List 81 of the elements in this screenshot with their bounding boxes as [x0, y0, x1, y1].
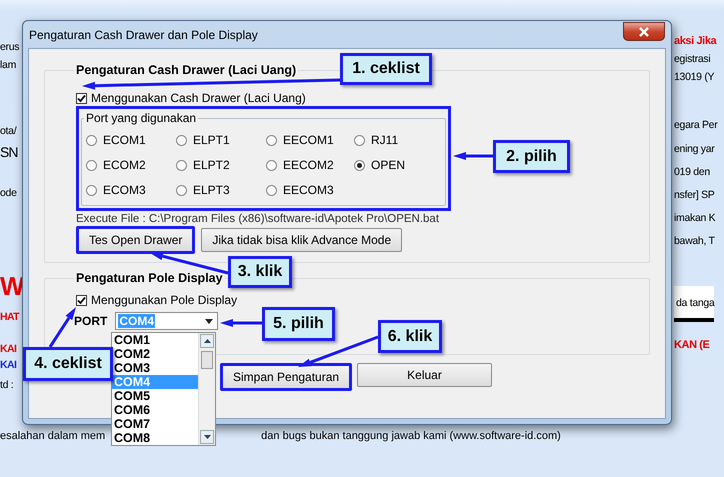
radio-label: ELPT1: [193, 133, 230, 147]
group-title: Pengaturan Cash Drawer (Laci Uang): [75, 63, 298, 77]
callout-label: 1. ceklist: [340, 53, 432, 85]
checkbox-label: Menggunakan Pole Display: [91, 293, 238, 307]
background-text: KAI: [0, 342, 16, 357]
background-text: esalahan dalam mem: [0, 430, 106, 442]
background-text: imakan K: [674, 211, 716, 226]
list-item[interactable]: COM8: [112, 431, 198, 445]
radio-label: ELPT3: [193, 183, 230, 197]
checkbox-label: Menggunakan Cash Drawer (Laci Uang): [91, 91, 306, 105]
close-icon: [638, 26, 650, 36]
caret-icon: [205, 318, 214, 324]
arrow: [220, 319, 262, 327]
radio-label: ELPT2: [193, 158, 230, 172]
list-item[interactable]: COM6: [112, 403, 198, 417]
checkbox[interactable]: [76, 92, 87, 104]
list-item[interactable]: COM7: [112, 417, 198, 431]
radio-button[interactable]: [86, 184, 97, 196]
background-text: aksi Jika: [674, 34, 716, 49]
background-text: egistrasi: [674, 52, 710, 67]
up-arrow-icon: [204, 339, 210, 343]
radio-button[interactable]: [354, 134, 365, 146]
background-text: egara Per: [674, 118, 718, 133]
radio-label: EECOM3: [283, 183, 334, 197]
radio-label: ECOM3: [103, 183, 146, 197]
close-button[interactable]: [623, 22, 665, 41]
callout-label: 6. klik: [378, 320, 442, 353]
background-text: 13019 (Y: [674, 70, 714, 85]
radio-button[interactable]: [266, 134, 277, 146]
callout-label: 3. klik: [228, 256, 292, 288]
list-item[interactable]: COM5: [112, 389, 198, 403]
list-item[interactable]: COM2: [112, 347, 198, 361]
window-title: Pengaturan Cash Drawer dan Pole Display: [29, 28, 258, 42]
radio-button[interactable]: [86, 160, 97, 170]
radio-label: OPEN: [371, 158, 406, 172]
background-text: ota/: [0, 124, 16, 139]
radio-button[interactable]: [266, 160, 277, 170]
group-title: Port yang digunakan: [85, 111, 198, 125]
radio-button[interactable]: [176, 134, 187, 146]
background-text: nsfer] SP: [674, 188, 714, 203]
group-title: Pengaturan Pole Display: [75, 271, 224, 285]
scrollbar[interactable]: [198, 333, 215, 445]
background-text: KAI: [0, 358, 16, 372]
list-item[interactable]: COM1: [112, 333, 198, 347]
list-item[interactable]: COM3: [112, 361, 198, 375]
action-button[interactable]: Tes Open Drawer: [76, 226, 196, 254]
radio-label: ECOM2: [103, 158, 146, 172]
background-text: 019 den: [674, 165, 710, 180]
radio-label: RJ11: [371, 133, 398, 147]
background-text: ode: [0, 186, 17, 201]
callout-label: 5. pilih: [262, 307, 335, 341]
callout-label: 4. ceklist: [23, 347, 113, 381]
radio-button[interactable]: [86, 134, 97, 146]
background-text: dan bugs bukan tanggung jawab kami (www.software-id.com): [261, 430, 561, 442]
port-label: PORT: [74, 314, 108, 328]
background-text: td :: [0, 378, 14, 393]
background-text: lam: [0, 58, 16, 73]
radio-label: EECOM2: [283, 158, 334, 172]
action-button[interactable]: Jika tidak bisa klik Advance Mode: [201, 228, 402, 252]
background-text: da tanga: [674, 286, 714, 322]
radio-button[interactable]: [176, 160, 187, 170]
background-text: KAN (E: [674, 338, 710, 353]
background-text: SN: [0, 143, 18, 162]
radio-label: ECOM1: [103, 133, 146, 147]
checkbox[interactable]: [76, 294, 87, 306]
background-text: erus: [0, 40, 20, 55]
file-path-text: Execute File : C:\Program Files (x86)\software-id\Apotek Pro\OPEN.bat: [76, 213, 440, 225]
background-text: bawah, T: [674, 234, 715, 249]
callout-label: 2. pilih: [493, 140, 570, 173]
radio-button[interactable]: [176, 184, 187, 196]
radio-button[interactable]: [354, 160, 365, 170]
radio-label: EECOM1: [283, 133, 334, 147]
dialog-button[interactable]: Simpan Pengaturan: [220, 363, 352, 391]
dialog-button[interactable]: Keluar: [357, 363, 492, 387]
down-arrow-icon: [204, 435, 210, 439]
background-text: HAT: [0, 310, 20, 325]
radio-button[interactable]: [266, 184, 277, 196]
arrow: [48, 307, 76, 348]
scrollbar-thumb[interactable]: [201, 351, 213, 369]
arrow: [453, 152, 493, 160]
background-text: ening yar: [674, 142, 714, 157]
